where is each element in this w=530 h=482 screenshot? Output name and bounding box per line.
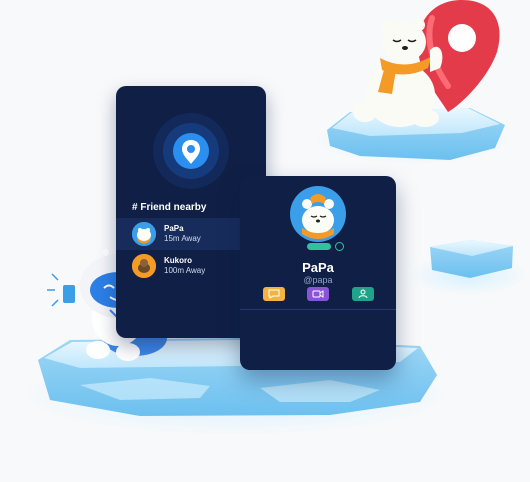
kukoro-avatar	[132, 254, 156, 278]
profile-avatar	[290, 186, 346, 242]
chat-bubble-icon	[268, 289, 280, 299]
video-call-button[interactable]	[307, 287, 329, 301]
status-badge	[307, 243, 331, 250]
friend-name: Kukoro	[164, 256, 192, 265]
friend-distance: 15m Away	[164, 234, 201, 243]
profile-handle: @papa	[303, 275, 333, 285]
profile-divider	[240, 309, 396, 310]
small-ice-block	[410, 240, 526, 295]
profile-card: PaPa @papa	[240, 176, 396, 370]
friend-name: PaPa	[164, 224, 184, 233]
video-camera-icon	[312, 290, 324, 298]
friend-distance: 100m Away	[164, 266, 206, 275]
profile-button[interactable]	[352, 287, 374, 301]
verified-icon	[335, 242, 344, 251]
person-icon	[358, 289, 368, 299]
location-pin-icon	[153, 113, 229, 189]
scene: # Friend nearby PaPa 15m Away Kukoro 100…	[0, 0, 530, 482]
profile-name: PaPa	[302, 260, 334, 275]
friend-nearby-title: # Friend nearby	[132, 202, 207, 213]
chat-button[interactable]	[263, 287, 285, 301]
papa-avatar	[132, 222, 156, 246]
